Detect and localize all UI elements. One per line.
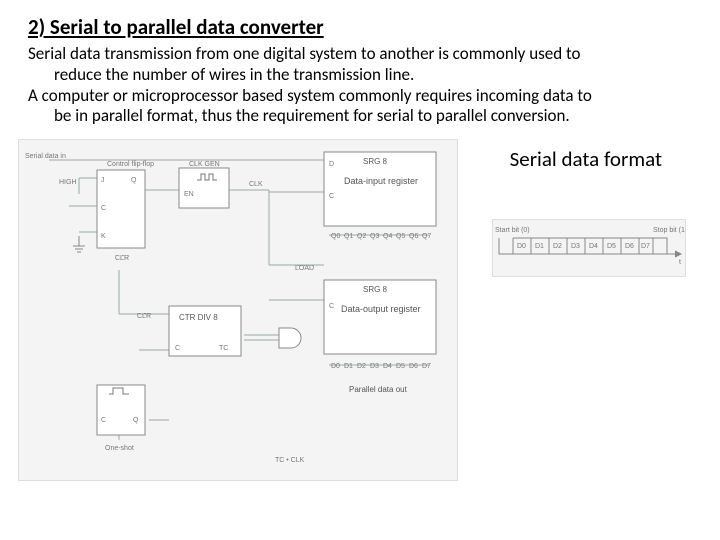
paragraph-2: A computer or microprocessor based syste… — [28, 86, 692, 127]
svg-text:Q3: Q3 — [370, 233, 379, 240]
label-one-shot: One-shot — [105, 445, 134, 452]
label-c-ff: C — [101, 205, 106, 212]
label-clr2: CLR — [137, 313, 151, 320]
svg-text:Q7: Q7 — [422, 233, 431, 240]
figure-caption: Serial data format — [510, 147, 662, 172]
label-q-os: Q — [133, 417, 139, 424]
figure-main: J Q C K Control flip-flop CLR HIGH Seria… — [18, 139, 458, 481]
svg-text:Q2: Q2 — [357, 233, 366, 240]
label-tc: TC — [219, 345, 228, 352]
svg-text:D3: D3 — [370, 363, 379, 370]
svg-text:Q4: Q4 — [383, 233, 392, 240]
label-clk: CLK — [249, 181, 263, 188]
svg-text:D1: D1 — [535, 243, 544, 250]
svg-text:Q1: Q1 — [344, 233, 353, 240]
label-k: K — [101, 233, 106, 240]
label-c-os: C — [101, 417, 106, 424]
d-bit-labels: D0 D1 D2 D3 D4 D5 D6 D7 — [331, 363, 431, 370]
label-c-in: C — [329, 193, 334, 200]
label-control-ff: Control flip-flop — [107, 161, 154, 168]
label-start-bit: Start bit (0) — [495, 227, 530, 234]
para2-line2: be in parallel format, thus the requirem… — [54, 105, 570, 126]
label-j: J — [101, 177, 105, 184]
para2-line1: A computer or microprocessor based syste… — [28, 85, 592, 106]
figure-serial-format: Start bit (0) Stop bit (1) D0 D1 D2 D3 D… — [492, 219, 686, 277]
svg-text:D7: D7 — [641, 243, 650, 250]
serial-bit-labels: D0 D1 D2 D3 D4 D5 D6 D7 — [517, 243, 650, 250]
label-serial: Serial data in — [25, 153, 66, 160]
svg-text:D1: D1 — [344, 363, 353, 370]
label-high: HIGH — [59, 179, 77, 186]
svg-text:D5: D5 — [607, 243, 616, 250]
axis-t: t — [679, 259, 681, 266]
label-clk-gen: CLK GEN — [189, 161, 220, 168]
q-bit-labels: Q0 Q1 Q2 Q3 Q4 Q5 Q6 Q7 — [331, 233, 431, 240]
section-title: 2) Serial to parallel data converter — [28, 14, 692, 40]
label-c-ctr: C — [175, 345, 180, 352]
svg-text:D6: D6 — [409, 363, 418, 370]
svg-text:Q0: Q0 — [331, 233, 340, 240]
label-tc-clk: TC • CLK — [275, 457, 305, 464]
label-data-in-reg: Data-input register — [344, 176, 418, 186]
label-load: LOAD — [295, 265, 314, 272]
paragraph-1: Serial data transmission from one digita… — [28, 44, 692, 85]
label-ctr: CTR DIV 8 — [179, 313, 218, 322]
svg-text:D0: D0 — [517, 243, 526, 250]
svg-text:D3: D3 — [571, 243, 580, 250]
svg-text:D2: D2 — [553, 243, 562, 250]
label-q-ff: Q — [131, 177, 137, 184]
svg-text:D4: D4 — [589, 243, 598, 250]
label-clr1: CLR — [115, 255, 129, 262]
label-stop-bit: Stop bit (1) — [653, 227, 685, 234]
label-data-out-reg: Data-output register — [341, 304, 421, 314]
label-c-out: C — [329, 303, 334, 310]
svg-text:D7: D7 — [422, 363, 431, 370]
svg-text:Q6: Q6 — [409, 233, 418, 240]
label-srg8-b: SRG 8 — [363, 285, 388, 294]
label-en: EN — [184, 191, 194, 198]
svg-text:D2: D2 — [357, 363, 366, 370]
svg-text:D6: D6 — [625, 243, 634, 250]
para1-line1: Serial data transmission from one digita… — [28, 43, 581, 64]
label-srg8-a: SRG 8 — [363, 157, 388, 166]
label-d: D — [329, 161, 334, 168]
svg-text:D5: D5 — [396, 363, 405, 370]
svg-text:D0: D0 — [331, 363, 340, 370]
svg-text:D4: D4 — [383, 363, 392, 370]
para1-line2: reduce the number of wires in the transm… — [54, 64, 414, 85]
svg-text:Q5: Q5 — [396, 233, 405, 240]
label-parallel-out: Parallel data out — [349, 385, 408, 394]
